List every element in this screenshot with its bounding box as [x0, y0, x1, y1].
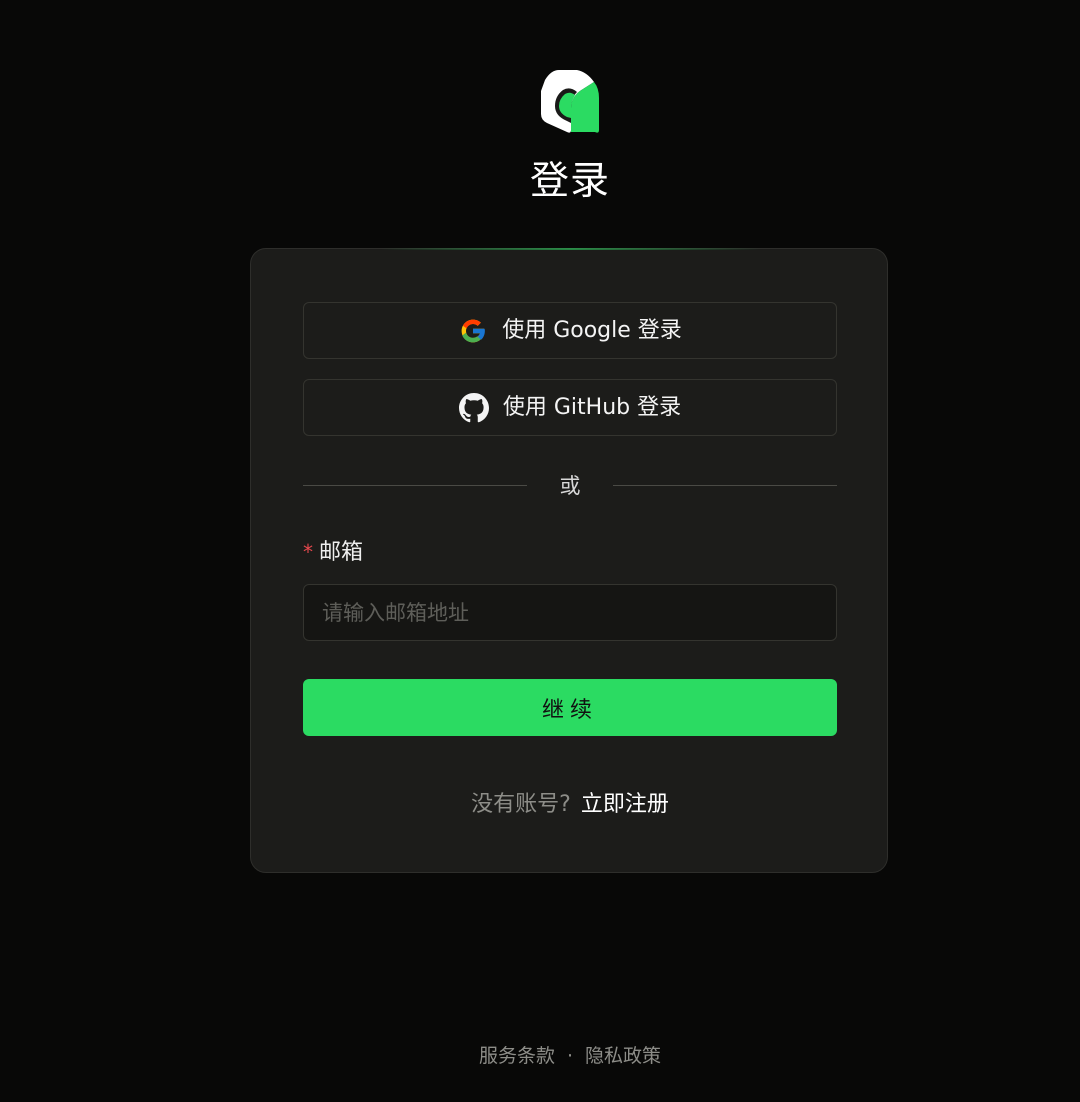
- email-input[interactable]: [303, 584, 837, 641]
- card-top-glow: [381, 248, 761, 250]
- privacy-link[interactable]: 隐私政策: [585, 1045, 661, 1067]
- github-login-button[interactable]: 使用 GitHub 登录: [303, 379, 837, 436]
- signup-prompt: 没有账号?: [471, 792, 571, 817]
- divider-line-right: [613, 485, 837, 486]
- google-login-button[interactable]: 使用 Google 登录: [303, 302, 837, 359]
- signup-row: 没有账号? 立即注册: [251, 789, 889, 821]
- continue-button[interactable]: 继续: [303, 679, 837, 736]
- footer: 服务条款 · 隐私政策: [0, 1042, 1080, 1070]
- or-divider: 或: [303, 471, 837, 501]
- github-icon: [458, 392, 489, 423]
- email-label: * 邮箱: [303, 537, 363, 568]
- page-title: 登录: [529, 159, 610, 204]
- login-page: 登录 使用 Google 登录 使用 GitHub 登录 或 * 邮箱 请输入邮…: [0, 0, 1080, 1102]
- required-mark: *: [303, 540, 313, 564]
- terms-link[interactable]: 服务条款: [479, 1045, 555, 1067]
- divider-text: 或: [559, 474, 581, 498]
- app-logo-icon: [537, 68, 603, 134]
- github-login-label: 使用 GitHub 登录: [502, 394, 682, 420]
- signup-link[interactable]: 立即注册: [581, 792, 669, 817]
- google-login-label: 使用 Google 登录: [502, 317, 682, 343]
- google-icon: [458, 316, 488, 346]
- email-label-text: 邮箱: [319, 540, 364, 565]
- footer-separator: ·: [566, 1045, 574, 1067]
- login-card: 使用 Google 登录 使用 GitHub 登录 或 *邮箱 继续 没有账号?: [250, 248, 888, 873]
